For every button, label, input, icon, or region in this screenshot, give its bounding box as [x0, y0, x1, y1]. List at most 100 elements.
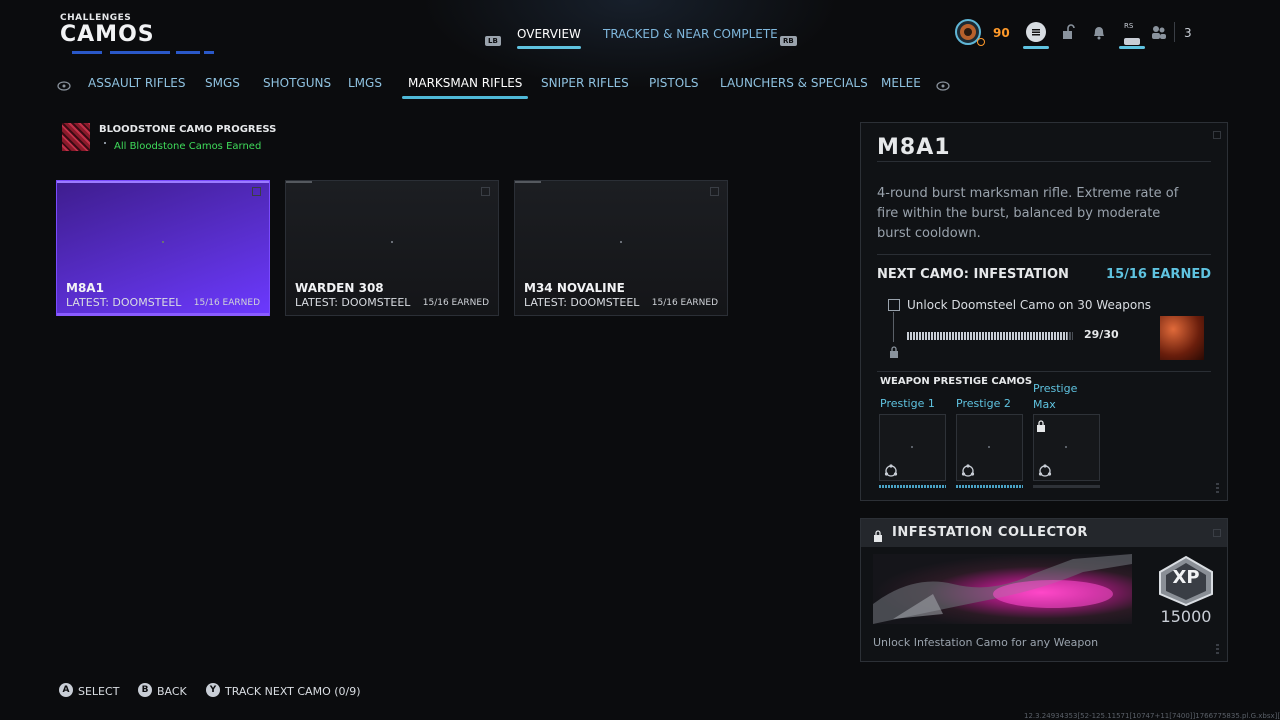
- detail-separator: [877, 161, 1211, 162]
- category-marksman-rifles[interactable]: MARKSMAN RIFLES: [401, 76, 529, 99]
- category-melee[interactable]: MELEE: [881, 76, 921, 90]
- collector-title: INFESTATION COLLECTOR: [892, 525, 1088, 540]
- prestige-1-label: Prestige 1: [880, 397, 935, 410]
- lt-bumper-icon[interactable]: [57, 76, 71, 95]
- bloodstone-title: BLOODSTONE CAMO PROGRESS: [99, 124, 277, 135]
- prestige-emblem-icon: [961, 463, 975, 482]
- weapon-latest-camo: LATEST: DOOMSTEEL: [524, 296, 640, 309]
- y-button-icon: Y: [206, 683, 220, 697]
- prestige-1-camo-slot[interactable]: [879, 414, 946, 481]
- weapon-detail-panel: M8A1 4-round burst marksman rifle. Extre…: [860, 122, 1228, 501]
- category-launchers-specials[interactable]: LAUNCHERS & SPECIALS: [720, 76, 868, 90]
- lock-icon: [873, 527, 883, 546]
- weapon-name: WARDEN 308: [295, 281, 384, 295]
- a-button-icon: A: [59, 683, 73, 697]
- card-center-dot: [620, 241, 622, 243]
- header-divider: [1174, 22, 1175, 42]
- bloodstone-camo-icon: [62, 123, 90, 151]
- rt-bumper-icon[interactable]: [936, 76, 950, 95]
- challenge-progress-bar: [907, 332, 1073, 340]
- rs-label: RS: [1124, 22, 1134, 30]
- prestige-max-progress: [1033, 485, 1100, 488]
- prestige-emblem-icon: [1038, 463, 1052, 482]
- title-decoration: [72, 47, 232, 59]
- challenge-progress-text: 29/30: [1084, 328, 1119, 341]
- weapon-earned: 15/16 EARNED: [193, 298, 260, 308]
- card-corner-icon: [710, 187, 719, 196]
- prestige-heading: WEAPON PRESTIGE CAMOS: [880, 376, 1033, 387]
- build-info: 12.3.24934353[52-125.11571[10747+11[7400…: [1024, 712, 1280, 720]
- collector-reward-image: [873, 554, 1132, 624]
- party-count: 3: [1184, 26, 1192, 40]
- weapon-card-m8a1[interactable]: M8A1 LATEST: DOOMSTEEL 15/16 EARNED: [56, 180, 270, 316]
- prestige-max-label: Prestige Max: [1033, 382, 1078, 411]
- lock-icon: [1036, 417, 1046, 436]
- panel-corner-icon: [1213, 131, 1221, 139]
- prestige-2-camo-slot[interactable]: [956, 414, 1023, 481]
- xp-value: 15000: [1160, 607, 1212, 626]
- tab-overview[interactable]: OVERVIEW: [517, 27, 581, 49]
- weapon-latest-camo: LATEST: DOOMSTEEL: [66, 296, 182, 309]
- detail-separator: [877, 371, 1211, 372]
- currency-amount: 90: [993, 26, 1010, 40]
- back-prompt[interactable]: BACK: [157, 685, 187, 698]
- weapon-earned: 15/16 EARNED: [422, 298, 489, 308]
- collector-panel[interactable]: INFESTATION COLLECTOR XP 15000 Unlock In…: [860, 518, 1228, 662]
- prestige-emblem-icon: [884, 463, 898, 482]
- weapon-name: M8A1: [66, 281, 104, 295]
- page-title: CAMOS: [60, 22, 155, 47]
- category-shotguns[interactable]: SHOTGUNS: [263, 76, 331, 90]
- card-top-line: [57, 181, 269, 183]
- detail-weapon-name: M8A1: [877, 135, 951, 160]
- select-prompt[interactable]: SELECT: [78, 685, 119, 698]
- party-icon[interactable]: [1151, 24, 1167, 44]
- next-camo-earned: 15/16 EARNED: [1106, 267, 1211, 282]
- panel-scroll-indicator: [1216, 483, 1219, 495]
- xp-label: XP: [1172, 567, 1200, 588]
- challenge-connector-line: [893, 312, 894, 342]
- category-sniper-rifles[interactable]: SNIPER RIFLES: [541, 76, 629, 90]
- slot-center-dot: [911, 446, 913, 448]
- prestige-2-label: Prestige 2: [956, 397, 1011, 410]
- challenge-checkbox: [888, 299, 900, 311]
- bullet-dot: [104, 142, 106, 144]
- card-center-dot: [391, 241, 393, 243]
- detail-description: 4-round burst marksman rifle. Extreme ra…: [877, 186, 1179, 241]
- infestation-camo-thumbnail: [1160, 316, 1204, 360]
- weapon-latest-camo: LATEST: DOOMSTEEL: [295, 296, 411, 309]
- prestige-max-camo-slot[interactable]: [1033, 414, 1100, 481]
- b-button-icon: B: [138, 683, 152, 697]
- card-top-line: [515, 181, 541, 183]
- lb-button-icon[interactable]: LB: [485, 28, 501, 47]
- weapon-name: M34 NOVALINE: [524, 281, 625, 295]
- category-assault-rifles[interactable]: ASSAULT RIFLES: [88, 76, 186, 90]
- bloodstone-status: All Bloodstone Camos Earned: [114, 141, 262, 152]
- weapon-card-warden-308[interactable]: WARDEN 308 LATEST: DOOMSTEEL 15/16 EARNE…: [285, 180, 499, 316]
- challenge-text: Unlock Doomsteel Camo on 30 Weapons: [907, 298, 1152, 312]
- weapon-earned: 15/16 EARNED: [651, 298, 718, 308]
- menu-icon[interactable]: [1026, 22, 1046, 42]
- notification-bell-icon[interactable]: [1091, 24, 1107, 44]
- card-top-line: [286, 181, 312, 183]
- unlock-icon[interactable]: [1061, 24, 1077, 44]
- next-camo-label: NEXT CAMO: INFESTATION: [877, 267, 1069, 282]
- currency-icon: [977, 38, 985, 46]
- rb-button-icon[interactable]: RB: [780, 28, 797, 47]
- social-active-indicator: [1119, 46, 1145, 49]
- card-corner-icon: [481, 187, 490, 196]
- card-center-dot: [162, 241, 164, 243]
- tab-tracked-near-complete[interactable]: TRACKED & NEAR COMPLETE: [603, 27, 778, 41]
- collector-description: Unlock Infestation Camo for any Weapon: [873, 636, 1099, 649]
- prestige-1-progress: [879, 485, 946, 488]
- slot-center-dot: [988, 446, 990, 448]
- category-lmgs[interactable]: LMGS: [348, 76, 382, 90]
- category-pistols[interactable]: PISTOLS: [649, 76, 698, 90]
- lock-icon: [889, 343, 899, 362]
- card-corner-icon: [252, 187, 261, 196]
- selection-bar: [57, 313, 269, 316]
- track-next-camo-prompt[interactable]: TRACK NEXT CAMO (0/9): [225, 685, 361, 698]
- slot-center-dot: [1065, 446, 1067, 448]
- category-smgs[interactable]: SMGS: [205, 76, 240, 90]
- panel-corner-icon: [1213, 529, 1221, 537]
- weapon-card-m34-novaline[interactable]: M34 NOVALINE LATEST: DOOMSTEEL 15/16 EAR…: [514, 180, 728, 316]
